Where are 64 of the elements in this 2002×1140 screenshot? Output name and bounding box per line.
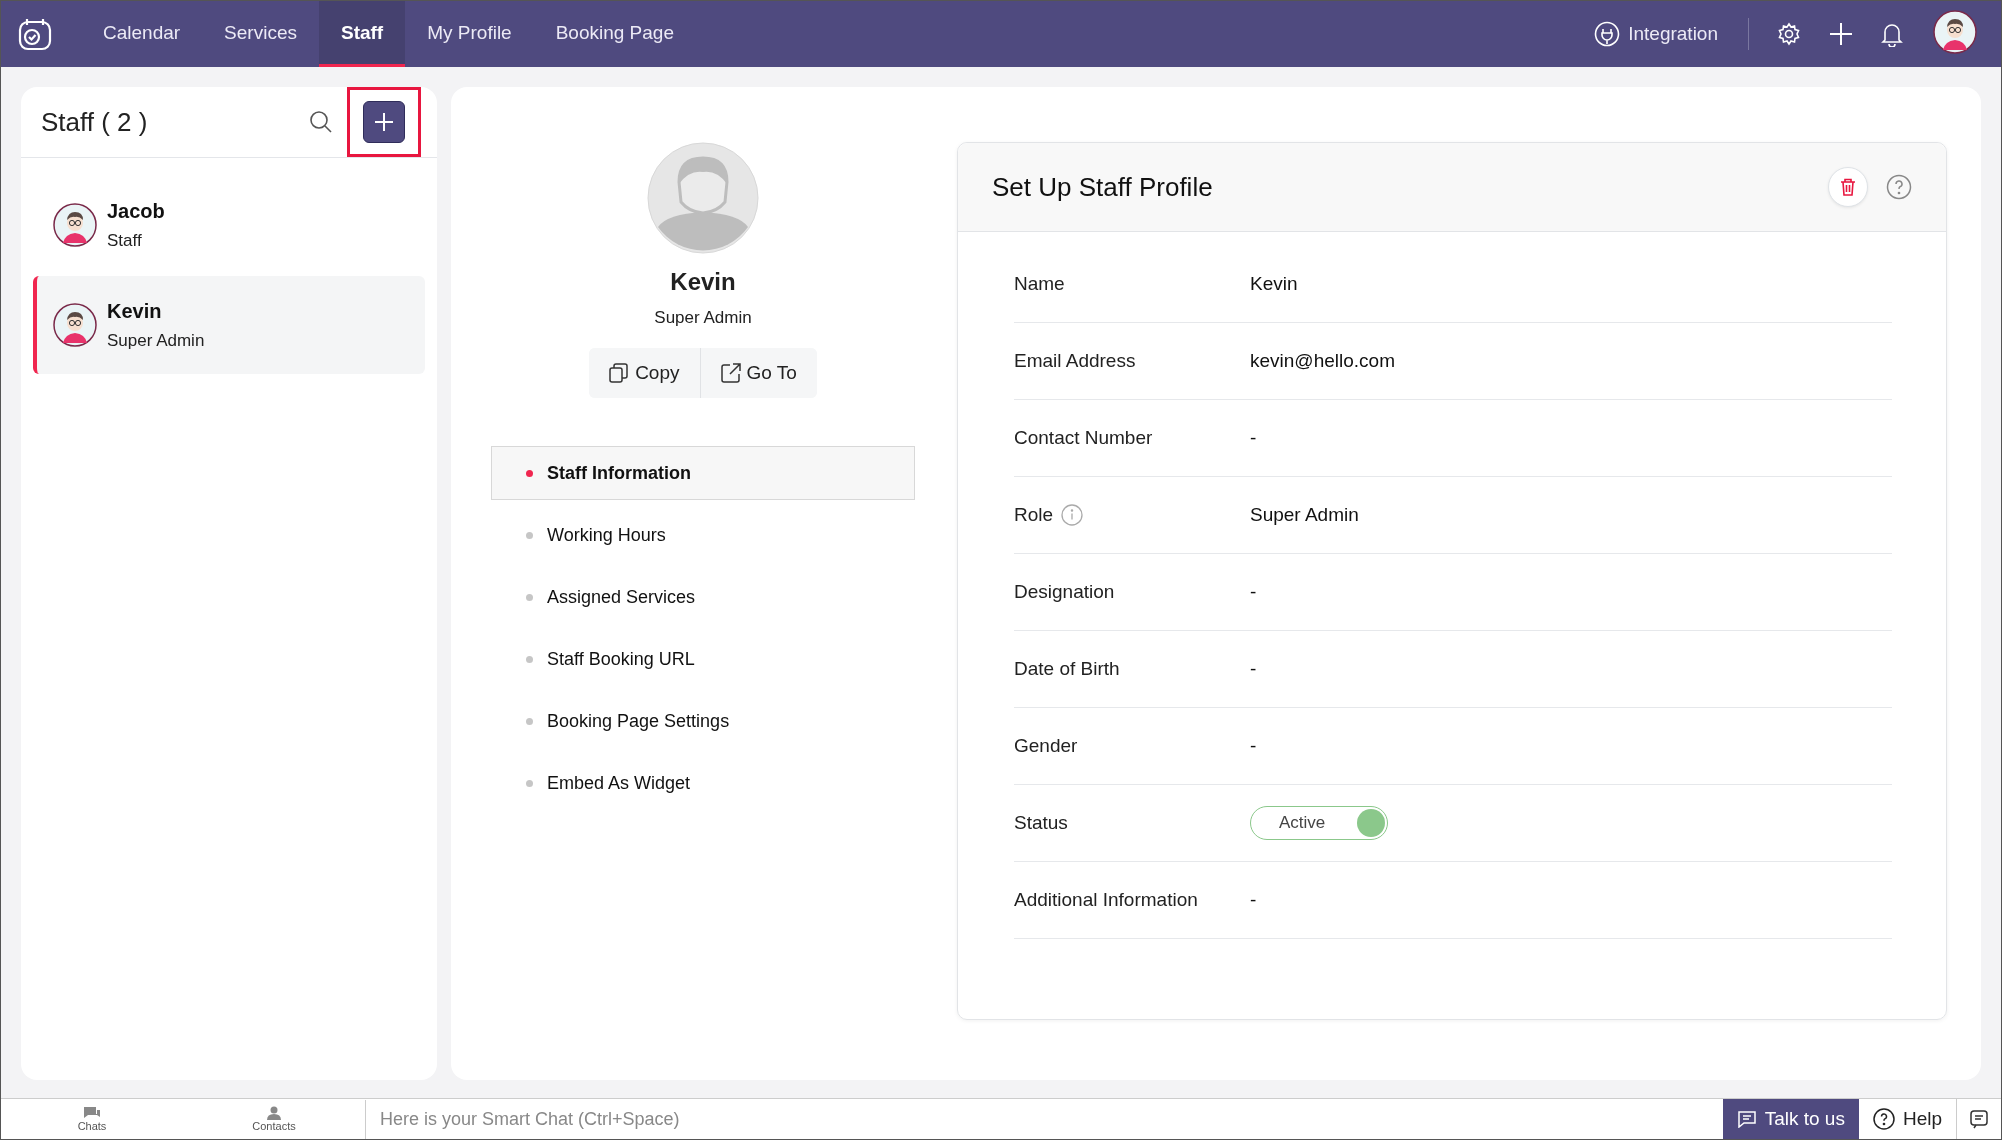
chats-tab[interactable]: Chats [1, 1106, 183, 1132]
plus-icon [374, 112, 394, 132]
external-link-icon [720, 363, 741, 383]
delete-button[interactable] [1828, 167, 1868, 207]
plug-icon [1594, 21, 1621, 47]
staff-avatar [53, 203, 97, 247]
section-nav-item[interactable]: Embed As Widget [491, 756, 915, 810]
field-label: Email Address [1014, 350, 1136, 372]
person-icon [266, 1106, 282, 1120]
copy-icon [609, 363, 630, 383]
field-label: Status [1014, 812, 1068, 834]
field-label: Gender [1014, 735, 1078, 757]
staff-name: Jacob [107, 199, 165, 223]
settings-icon[interactable] [1777, 22, 1801, 46]
field-label: Name [1014, 273, 1065, 295]
staff-avatar [53, 303, 97, 347]
section-nav-item[interactable]: Working Hours [491, 508, 915, 562]
field-label: Date of Birth [1014, 658, 1120, 680]
staff-role: Super Admin [107, 330, 205, 351]
field-value: - [1250, 658, 1257, 680]
trash-icon [1840, 178, 1856, 196]
add-staff-button[interactable] [363, 101, 405, 143]
nav-tab[interactable]: Services [202, 1, 319, 67]
search-icon[interactable] [309, 110, 333, 134]
user-avatar [1933, 10, 1977, 54]
staff-list-item[interactable]: Kevin Super Admin [33, 276, 425, 374]
help-icon [1872, 1108, 1895, 1130]
add-icon[interactable] [1829, 22, 1853, 46]
status-toggle[interactable]: Active [1250, 806, 1388, 840]
field-label: Contact Number [1014, 427, 1153, 449]
nav-tab[interactable]: Staff [318, 1, 406, 67]
staff-list-title: Staff ( 2 ) [41, 106, 149, 138]
chat-icon [1736, 1110, 1757, 1128]
talk-to-us-button[interactable]: Talk to us [1722, 1099, 1859, 1139]
section-nav-item[interactable]: Staff Booking URL [491, 632, 915, 686]
field-value: - [1250, 581, 1257, 603]
contacts-tab[interactable]: Contacts [183, 1106, 365, 1132]
field-value: Super Admin [1250, 504, 1359, 526]
staff-list-item[interactable]: Jacob Staff [33, 176, 425, 274]
section-nav-item[interactable]: Assigned Services [491, 570, 915, 624]
profile-role: Super Admin [654, 308, 752, 328]
staff-name: Kevin [107, 299, 163, 323]
field-label: Role [1014, 504, 1054, 526]
nav-tab[interactable]: Booking Page [533, 1, 696, 67]
field-value: Kevin [1250, 273, 1298, 295]
field-label: Designation [1014, 581, 1115, 603]
card-title: Set Up Staff Profile [992, 171, 1214, 203]
field-value: - [1250, 427, 1257, 449]
section-nav-item[interactable]: Booking Page Settings [491, 694, 915, 748]
integration-link[interactable]: Integration [1594, 18, 1749, 50]
chat-window-icon[interactable] [1969, 1109, 1989, 1129]
app-logo-icon[interactable] [17, 16, 53, 52]
nav-tab[interactable]: My Profile [405, 1, 534, 67]
field-value: - [1250, 889, 1257, 911]
section-nav-item[interactable]: Staff Information [491, 446, 915, 500]
field-label: Additional Information [1014, 889, 1198, 911]
chat-bubble-icon [83, 1106, 101, 1120]
nav-tab[interactable]: Calendar [81, 1, 203, 67]
help-icon[interactable] [1886, 174, 1912, 200]
field-value: - [1250, 735, 1257, 757]
bell-icon[interactable] [1881, 21, 1903, 47]
field-value: kevin@hello.com [1250, 350, 1395, 372]
staff-role: Staff [107, 230, 143, 251]
profile-name: Kevin [670, 268, 736, 296]
